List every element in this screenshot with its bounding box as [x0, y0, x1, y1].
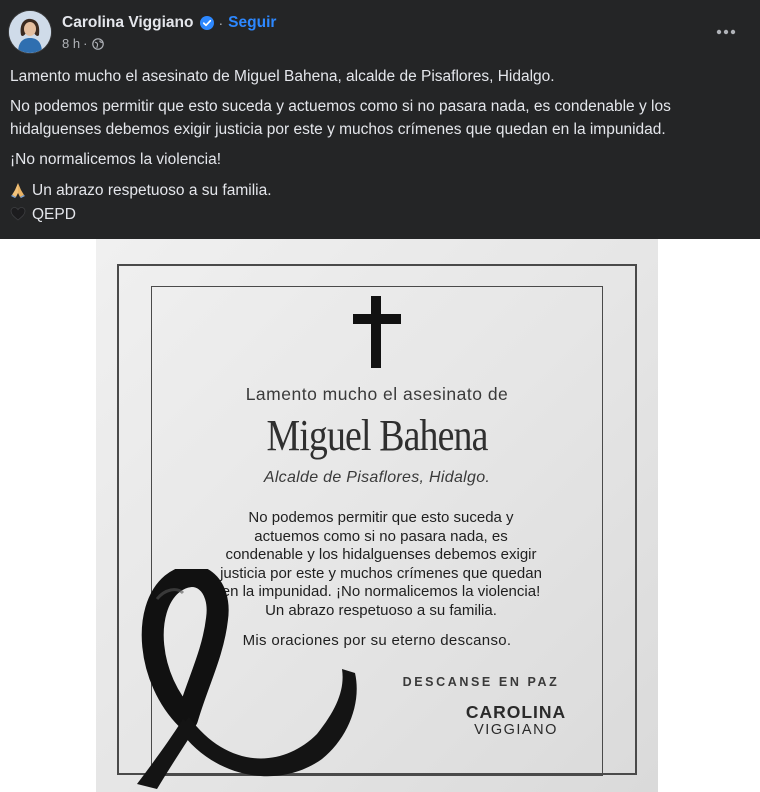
- post-paragraph: Lamento mucho el asesinato de Miguel Bah…: [10, 68, 555, 85]
- post-header: Carolina Viggiano · Seguir 8 h ·: [0, 0, 760, 62]
- hug-text: Un abrazo respetuoso a su familia.: [32, 181, 272, 199]
- globe-icon[interactable]: [92, 37, 105, 50]
- signature-first-name: CAROLINA: [465, 702, 567, 722]
- mourning-ribbon-icon: [137, 569, 357, 789]
- card-intro: Lamento mucho el asesinato de: [245, 384, 509, 404]
- post-text: Lamento mucho el asesinato de Miguel Bah…: [10, 65, 750, 226]
- post-paragraph: ¡No normalicemos la violencia!: [10, 151, 222, 168]
- post-paragraph: No podemos permitir que esto suceda y ac…: [10, 98, 671, 138]
- black-heart-emoji: [10, 206, 26, 222]
- card-body-line: condenable y los hidalguenses debemos ex…: [225, 546, 537, 563]
- post-image[interactable]: Lamento mucho el asesinato de Miguel Bah…: [0, 239, 760, 792]
- card-name: Miguel Bahena: [266, 411, 488, 460]
- more-options-icon[interactable]: [710, 16, 742, 48]
- post-time[interactable]: 8 h: [62, 36, 80, 51]
- condolence-card: Lamento mucho el asesinato de Miguel Bah…: [96, 239, 658, 792]
- separator-dot: ·: [218, 15, 224, 31]
- folded-hands-emoji: [10, 182, 26, 198]
- signature-last-name: VIGGIANO: [474, 722, 558, 738]
- author-avatar[interactable]: [9, 11, 51, 53]
- rip-line: QEPD: [10, 202, 750, 226]
- rip-text: QEPD: [32, 205, 76, 223]
- verified-badge-icon: [199, 16, 214, 30]
- card-rip: DESCANSE EN PAZ: [402, 675, 560, 689]
- card-body-line: actuemos como si no pasara nada, es: [254, 527, 508, 545]
- follow-button[interactable]: Seguir: [228, 14, 276, 32]
- hug-line: Un abrazo respetuoso a su familia.: [10, 178, 750, 202]
- author-name[interactable]: Carolina Viggiano: [62, 14, 194, 32]
- cross-icon: [353, 296, 401, 368]
- card-title: Alcalde de Pisaflores, Hidalgo.: [263, 469, 491, 486]
- meta-separator: ·: [83, 36, 88, 51]
- facebook-post: Carolina Viggiano · Seguir 8 h · Lamento…: [0, 0, 760, 792]
- post-meta: 8 h ·: [62, 36, 105, 51]
- card-body-line: No podemos permitir que esto suceda y: [248, 509, 514, 526]
- author-line: Carolina Viggiano · Seguir: [62, 12, 276, 34]
